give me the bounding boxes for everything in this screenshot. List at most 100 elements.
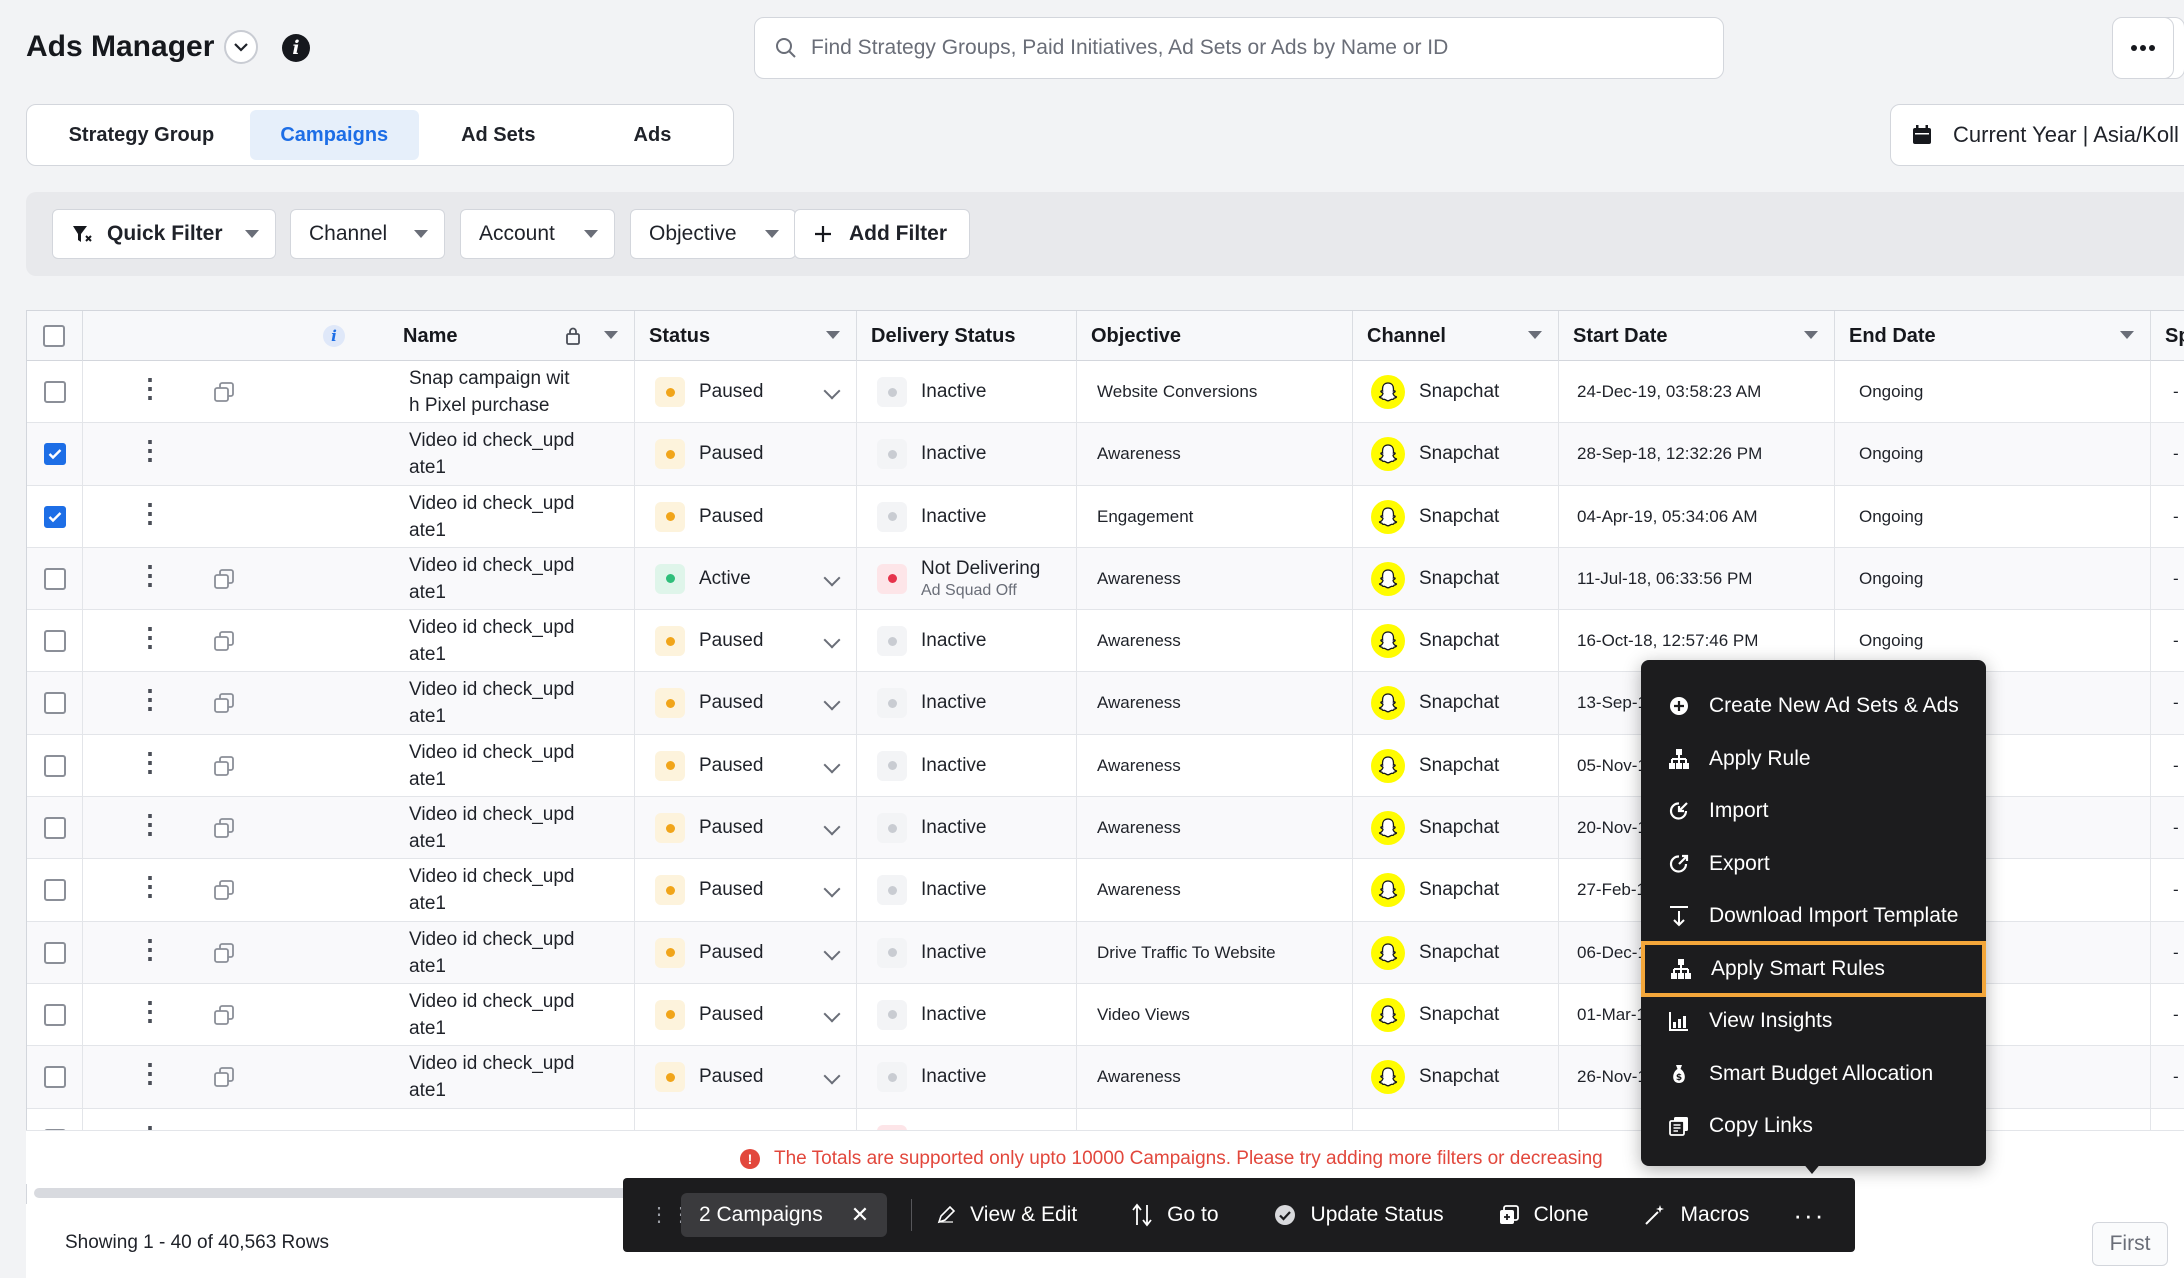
status-cell[interactable]: Paused (635, 672, 857, 735)
duplicate-icon[interactable] (213, 942, 235, 964)
chevron-down-icon[interactable] (823, 756, 841, 774)
duplicate-icon[interactable] (213, 630, 235, 652)
chevron-down-icon[interactable] (823, 818, 841, 836)
chevron-down-icon[interactable] (823, 693, 841, 711)
tab-campaigns[interactable]: Campaigns (249, 110, 419, 160)
campaign-name[interactable]: Video id check_update1 (409, 739, 579, 793)
header-end-date[interactable]: End Date (1835, 311, 2151, 361)
clone-button[interactable]: Clone (1498, 1203, 1589, 1227)
update-status-button[interactable]: Update Status (1273, 1203, 1444, 1227)
quick-filter-button[interactable]: Quick Filter (52, 209, 276, 259)
chevron-down-icon[interactable] (823, 943, 841, 961)
tab-ad-sets[interactable]: Ad Sets (419, 110, 578, 160)
chevron-down-icon[interactable] (823, 880, 841, 898)
campaign-name[interactable]: Video id check_update1 (409, 926, 579, 980)
menu-item-create-new-ad-sets-ads[interactable]: Create New Ad Sets & Ads (1641, 680, 1986, 733)
account-filter-button[interactable]: Account (460, 209, 615, 259)
campaign-name[interactable]: Snap campaign with Pixel purchase (409, 365, 579, 419)
search-bar[interactable] (754, 17, 1724, 79)
duplicate-icon[interactable] (213, 568, 235, 590)
duplicate-icon[interactable] (213, 1066, 235, 1088)
chevron-down-icon[interactable] (823, 1005, 841, 1023)
view-edit-button[interactable]: View & Edit (936, 1203, 1077, 1227)
horizontal-scrollbar[interactable] (34, 1188, 634, 1198)
menu-item-apply-smart-rules[interactable]: Apply Smart Rules (1641, 940, 1986, 997)
status-cell[interactable]: Paused (635, 797, 857, 860)
row-actions-icon[interactable]: ⋮ (137, 624, 163, 650)
menu-item-copy-links[interactable]: Copy Links (1641, 1100, 1986, 1153)
row-actions-icon[interactable]: ⋮ (137, 749, 163, 775)
header-spend[interactable]: Sper (2151, 311, 2184, 361)
close-icon[interactable]: ✕ (851, 1202, 869, 1228)
header-start-date[interactable]: Start Date (1559, 311, 1835, 361)
go-to-button[interactable]: Go to (1131, 1203, 1219, 1227)
more-options-button[interactable] (2112, 17, 2174, 79)
select-all-checkbox[interactable] (43, 325, 65, 347)
table-row[interactable]: ⋮ Video id check_update1 Paused Inactive… (27, 423, 2184, 486)
row-actions-icon[interactable]: ⋮ (137, 998, 163, 1024)
duplicate-icon[interactable] (213, 692, 235, 714)
info-icon[interactable]: i (282, 34, 310, 62)
campaign-name[interactable]: Video id check_update1 (409, 490, 579, 544)
campaign-name[interactable]: Video id check_update1 (409, 1050, 579, 1104)
header-delivery-status[interactable]: Delivery Status (857, 311, 1077, 361)
status-cell[interactable]: Paused (635, 859, 857, 922)
row-checkbox[interactable] (43, 692, 66, 715)
row-checkbox[interactable] (43, 443, 66, 466)
row-actions-icon[interactable]: ⋮ (137, 1060, 163, 1086)
menu-item-smart-budget-allocation[interactable]: $ Smart Budget Allocation (1641, 1048, 1986, 1101)
first-page-button[interactable]: First (2092, 1222, 2168, 1266)
row-checkbox[interactable] (43, 879, 66, 902)
row-checkbox[interactable] (43, 505, 66, 528)
row-checkbox[interactable] (43, 1003, 66, 1026)
status-cell[interactable]: Paused (635, 485, 857, 548)
chevron-down-icon[interactable] (823, 631, 841, 649)
menu-item-download-import-template[interactable]: Download Import Template (1641, 890, 1986, 943)
duplicate-icon[interactable] (213, 755, 235, 777)
campaign-name[interactable]: Video id check_update1 (409, 552, 579, 606)
duplicate-icon[interactable] (213, 1004, 235, 1026)
duplicate-icon[interactable] (213, 817, 235, 839)
tab-ads[interactable]: Ads (578, 110, 727, 160)
duplicate-icon[interactable] (213, 879, 235, 901)
campaign-name[interactable]: Video id check_update1 (409, 863, 579, 917)
header-objective[interactable]: Objective (1077, 311, 1353, 361)
objective-filter-button[interactable]: Objective (630, 209, 796, 259)
status-cell[interactable]: Active (635, 547, 857, 610)
header-name[interactable]: i Name (83, 311, 635, 361)
menu-item-apply-rule[interactable]: Apply Rule (1641, 733, 1986, 786)
header-status[interactable]: Status (635, 311, 857, 361)
status-cell[interactable]: Paused (635, 983, 857, 1046)
row-checkbox[interactable] (43, 754, 66, 777)
row-actions-icon[interactable]: ⋮ (137, 873, 163, 899)
campaign-name[interactable]: Video id check_update1 (409, 676, 579, 730)
table-row[interactable]: ⋮ Video id check_update1 Paused Inactive… (27, 485, 2184, 548)
title-dropdown-button[interactable] (224, 30, 258, 64)
campaign-name[interactable]: Video id check_update1 (409, 988, 579, 1042)
row-checkbox[interactable] (43, 567, 66, 590)
row-actions-icon[interactable]: ⋮ (137, 562, 163, 588)
date-range-button[interactable]: Current Year | Asia/Koll (1890, 104, 2184, 166)
campaign-name[interactable]: Video id check_update1 (409, 614, 579, 668)
row-actions-icon[interactable]: ⋮ (137, 500, 163, 526)
row-actions-icon[interactable]: ⋮ (137, 375, 163, 401)
menu-item-import[interactable]: Import (1641, 785, 1986, 838)
row-checkbox[interactable] (43, 630, 66, 653)
campaign-name[interactable]: Video id check_update1 (409, 427, 579, 481)
status-cell[interactable]: Paused (635, 361, 857, 423)
macros-button[interactable]: Macros (1643, 1203, 1749, 1227)
table-row[interactable]: ⋮ Video id check_update1 Active Not Deli… (27, 547, 2184, 611)
status-cell[interactable]: Paused (635, 1046, 857, 1109)
campaign-name[interactable]: Video id check_update1 (409, 801, 579, 855)
row-actions-icon[interactable]: ⋮ (137, 437, 163, 463)
more-actions-icon[interactable]: ··· (1793, 1200, 1825, 1231)
row-checkbox[interactable] (43, 1066, 66, 1089)
header-channel[interactable]: Channel (1353, 311, 1559, 361)
chevron-down-icon[interactable] (823, 569, 841, 587)
status-cell[interactable]: Paused (635, 610, 857, 673)
row-actions-icon[interactable]: ⋮ (137, 936, 163, 962)
row-checkbox[interactable] (43, 817, 66, 840)
table-row[interactable]: ⋮ Snap campaign with Pixel purchase Paus… (27, 361, 2184, 424)
status-cell[interactable]: Paused (635, 921, 857, 984)
status-cell[interactable]: Paused (635, 423, 857, 486)
